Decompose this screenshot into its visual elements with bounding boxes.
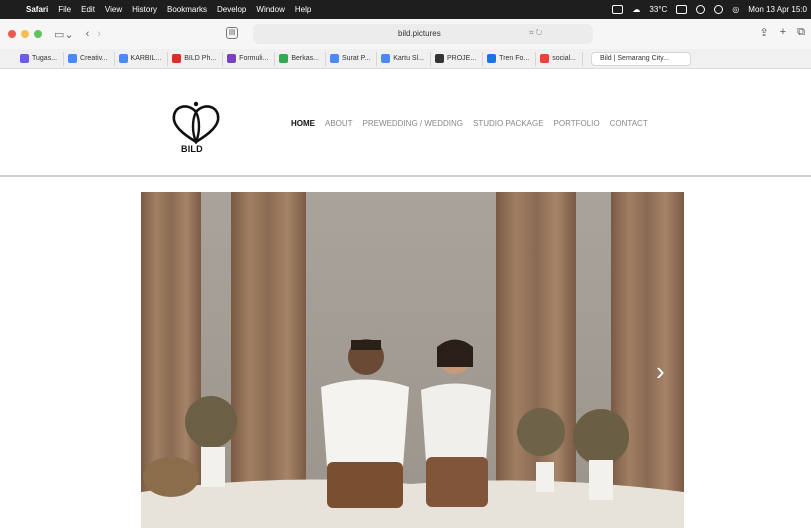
toolbar-right: ⇪ + ⧉ bbox=[759, 26, 805, 39]
bookmark-item[interactable]: Tugas... bbox=[16, 51, 65, 66]
menu-edit[interactable]: Edit bbox=[81, 5, 95, 14]
bookmark-item[interactable]: Formuli... bbox=[223, 51, 276, 66]
menu-view[interactable]: View bbox=[105, 5, 122, 14]
bookmark-label: Tugas... bbox=[32, 55, 58, 62]
control-center-icon[interactable] bbox=[714, 5, 724, 14]
menu-file[interactable]: File bbox=[58, 5, 71, 14]
bookmark-favicon-icon bbox=[329, 54, 339, 63]
active-tab[interactable]: Bild | Semarang City... bbox=[591, 51, 691, 66]
bookmark-label: Kartu Sl... bbox=[393, 55, 424, 62]
tabs-icon[interactable]: ⧉ bbox=[797, 26, 805, 39]
bookmarks-bar: Tugas... Creativ... KARBIL... BILD Ph... For… bbox=[0, 49, 811, 69]
bookmark-label: social... bbox=[552, 55, 576, 62]
nav-home[interactable]: HOME bbox=[291, 119, 315, 128]
bookmark-label: PROJE... bbox=[446, 55, 477, 62]
bookmark-label: Surat P... bbox=[341, 55, 371, 62]
bookmark-item[interactable]: Berkas... bbox=[275, 51, 326, 66]
logo-text[interactable]: BILD bbox=[181, 144, 203, 154]
bookmark-favicon-icon bbox=[118, 54, 128, 63]
bookmark-item[interactable]: KARBIL... bbox=[115, 51, 169, 66]
menu-app-name[interactable]: Safari bbox=[26, 5, 48, 14]
site-header: BILD HOME ABOUT PREWEDDING / WEDDING STU… bbox=[0, 70, 811, 176]
bookmark-favicon-icon bbox=[540, 54, 550, 63]
bookmark-label: Formuli... bbox=[239, 55, 269, 62]
bookmark-label: Berkas... bbox=[291, 55, 319, 62]
nav-contact[interactable]: CONTACT bbox=[610, 119, 648, 128]
bookmark-item[interactable]: Tren Fo... bbox=[483, 51, 537, 66]
menu-window[interactable]: Window bbox=[256, 5, 284, 14]
safari-toolbar: ▭⌄ ‹ › ▤ bild.pictures ⌗ ↻ ⇪ + ⧉ bbox=[0, 19, 811, 49]
cloud-icon[interactable]: ☁ bbox=[632, 5, 640, 14]
weather-temperature[interactable]: 33°C bbox=[649, 5, 667, 14]
url-text[interactable]: bild.pictures bbox=[398, 29, 441, 38]
main-nav: HOME ABOUT PREWEDDING / WEDDING STUDIO P… bbox=[291, 119, 648, 128]
status-area: ☁ 33°C ◎ Mon 13 Apr 15:0 bbox=[612, 0, 807, 19]
bookmark-favicon-icon bbox=[279, 54, 289, 63]
menu-develop[interactable]: Develop bbox=[217, 5, 246, 14]
bookmark-item[interactable]: PROJE... bbox=[431, 51, 484, 66]
menu-clock[interactable]: Mon 13 Apr 15:0 bbox=[748, 5, 807, 14]
header-divider bbox=[0, 175, 811, 177]
tab-overview-icon[interactable]: ▤ bbox=[226, 27, 238, 39]
bookmark-favicon-icon bbox=[381, 54, 391, 63]
heart-logo-icon bbox=[172, 101, 220, 144]
close-window-button[interactable] bbox=[8, 30, 16, 38]
nav-prewedding-wedding[interactable]: PREWEDDING / WEDDING bbox=[363, 119, 463, 128]
sidebar-toggle-icon[interactable]: ▭⌄ bbox=[54, 28, 74, 41]
menu-history[interactable]: History bbox=[132, 5, 157, 14]
menu-bookmarks[interactable]: Bookmarks bbox=[167, 5, 207, 14]
bookmark-label: BILD Ph... bbox=[184, 55, 217, 62]
battery-icon[interactable] bbox=[676, 5, 688, 14]
bookmark-favicon-icon bbox=[434, 54, 444, 63]
bookmark-favicon-icon bbox=[172, 54, 182, 63]
bookmark-item[interactable]: social... bbox=[536, 51, 583, 66]
bookmark-item[interactable]: BILD Ph... bbox=[168, 51, 224, 66]
bookmark-item[interactable]: Kartu Sl... bbox=[377, 51, 431, 66]
window-controls bbox=[8, 30, 42, 38]
forward-icon[interactable]: › bbox=[97, 28, 101, 40]
nav-studio-package[interactable]: STUDIO PACKAGE bbox=[473, 119, 544, 128]
new-tab-icon[interactable]: + bbox=[780, 26, 786, 39]
screen-icon[interactable] bbox=[612, 5, 624, 14]
siri-icon[interactable]: ◎ bbox=[732, 5, 739, 14]
bookmark-item[interactable]: Surat P... bbox=[326, 51, 378, 66]
bookmark-favicon-icon bbox=[68, 54, 78, 63]
zoom-window-button[interactable] bbox=[34, 30, 42, 38]
bookmark-favicon-icon bbox=[487, 54, 497, 63]
bookmark-label: Creativ... bbox=[80, 55, 108, 62]
nav-about[interactable]: ABOUT bbox=[325, 119, 353, 128]
wifi-icon[interactable] bbox=[696, 5, 706, 14]
translate-reload-icon[interactable]: ⌗ ↻ bbox=[529, 28, 542, 38]
bookmark-favicon-icon bbox=[20, 54, 29, 63]
minimize-window-button[interactable] bbox=[21, 30, 29, 38]
back-icon[interactable]: ‹ bbox=[86, 28, 90, 40]
nav-portfolio[interactable]: PORTFOLIO bbox=[554, 119, 600, 128]
share-icon[interactable]: ⇪ bbox=[759, 26, 768, 39]
hero-slider[interactable]: › bbox=[141, 192, 684, 528]
menu-help[interactable]: Help bbox=[295, 5, 311, 14]
macos-menu-bar: Safari File Edit View History Bookmarks … bbox=[0, 0, 811, 19]
couple-photo bbox=[141, 192, 684, 528]
address-bar[interactable]: bild.pictures ⌗ ↻ bbox=[253, 24, 593, 44]
bookmark-label: KARBIL... bbox=[130, 55, 162, 62]
next-slide-icon[interactable]: › bbox=[656, 358, 665, 384]
bookmark-label: Tren Fo... bbox=[499, 55, 530, 62]
bookmark-item[interactable]: Creativ... bbox=[64, 51, 115, 66]
bookmark-favicon-icon bbox=[227, 54, 237, 63]
